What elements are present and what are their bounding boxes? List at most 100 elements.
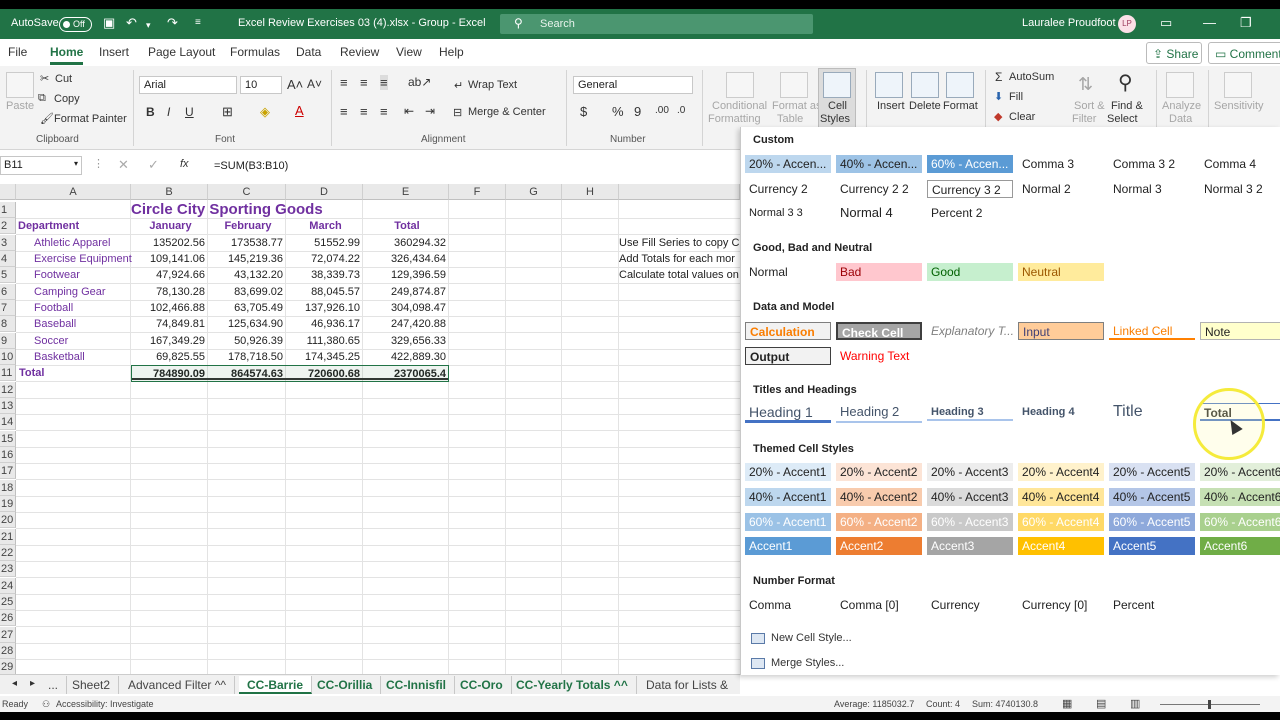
sort-filter-label2[interactable]: Filter xyxy=(1072,113,1096,125)
title-heading-item[interactable]: Heading 3 xyxy=(927,403,1013,421)
row-header[interactable]: 10 xyxy=(0,348,16,365)
row-header[interactable]: 12 xyxy=(0,381,16,398)
tab-formulas[interactable]: Formulas xyxy=(230,45,280,59)
middle-align-icon[interactable]: ≡ xyxy=(360,75,368,90)
row-header[interactable]: 22 xyxy=(0,544,16,561)
data-model-item[interactable]: Check Cell xyxy=(836,322,922,340)
column-header-g[interactable]: G xyxy=(506,184,562,200)
fill-color-icon[interactable]: ◈ xyxy=(260,104,270,120)
select-all-corner[interactable] xyxy=(0,184,16,200)
themed-20-item[interactable]: 20% - Accent4 xyxy=(1018,463,1104,481)
table-cell[interactable]: 47,924.66 xyxy=(131,267,208,283)
good-bad-neutral-item[interactable]: Neutral xyxy=(1018,263,1104,281)
data-model-item[interactable]: Output xyxy=(745,346,831,365)
sheet-tab-more[interactable]: ... xyxy=(40,676,68,694)
table-cell[interactable]: 88,045.57 xyxy=(286,284,363,300)
insert-function-icon[interactable]: fx xyxy=(180,158,189,170)
font-color-icon[interactable]: A xyxy=(295,103,304,118)
table-cell[interactable]: 69,825.55 xyxy=(131,349,208,365)
data-model-item[interactable]: Linked Cell xyxy=(1109,322,1195,340)
row-header[interactable]: 19 xyxy=(0,495,16,512)
zoom-slider-thumb[interactable] xyxy=(1208,700,1211,709)
column-header-f[interactable]: F xyxy=(449,184,506,200)
autosum-button[interactable]: AutoSum xyxy=(1009,71,1054,83)
table-cell[interactable]: 247,420.88 xyxy=(363,316,449,332)
themed-40-item[interactable]: 40% - Accent6 xyxy=(1200,488,1280,506)
custom-style-item[interactable]: Normal 3 xyxy=(1109,180,1195,198)
row-header[interactable]: 5 xyxy=(0,267,16,284)
column-header-d[interactable]: D xyxy=(286,184,363,200)
accent-item[interactable]: Accent3 xyxy=(927,537,1013,555)
themed-60-item[interactable]: 60% - Accent4 xyxy=(1018,513,1104,531)
column-header-b[interactable]: B xyxy=(131,184,208,200)
autosum-icon[interactable]: Σ xyxy=(995,70,1002,84)
row-header[interactable]: 25 xyxy=(0,593,16,610)
column-header-c[interactable]: C xyxy=(208,184,286,200)
paste-icon[interactable] xyxy=(6,72,34,98)
tab-view[interactable]: View xyxy=(396,45,422,59)
row-header[interactable]: 15 xyxy=(0,430,16,447)
table-cell[interactable]: 74,849.81 xyxy=(131,316,208,332)
row-header[interactable]: 18 xyxy=(0,479,16,496)
sheet-tab-sheet2[interactable]: Sheet2 xyxy=(64,676,120,694)
row-header[interactable]: 13 xyxy=(0,397,16,414)
sheet-tab-cc-orillia[interactable]: CC-Orillia xyxy=(309,676,382,694)
sheet-tab-cc-oro[interactable]: CC-Oro xyxy=(452,676,512,694)
table-cell[interactable]: 109,141.06 xyxy=(131,251,208,267)
sensitivity-label[interactable]: Sensitivity xyxy=(1214,100,1264,112)
cut-icon[interactable]: ✂ xyxy=(40,72,49,85)
sheet-tab-cc-yearly-totals[interactable]: CC-Yearly Totals ^^ xyxy=(508,676,637,694)
title-heading-item[interactable]: Heading 1 xyxy=(745,403,831,423)
format-painter-icon[interactable]: 🖌 xyxy=(40,112,54,125)
note-cell[interactable]: Use Fill Series to copy C xyxy=(619,235,740,251)
table-cell[interactable]: 178,718.50 xyxy=(208,349,286,365)
analyze-data-label2[interactable]: Data xyxy=(1169,113,1192,125)
number-format-item[interactable]: Comma xyxy=(745,596,831,614)
table-cell[interactable]: 63,705.49 xyxy=(208,300,286,316)
note-cell[interactable]: Add Totals for each mor xyxy=(619,251,740,267)
themed-40-item[interactable]: 40% - Accent5 xyxy=(1109,488,1195,506)
table-cell[interactable]: 137,926.10 xyxy=(286,300,363,316)
increase-indent-icon[interactable]: ⇥ xyxy=(425,104,435,118)
table-cell[interactable]: 43,132.20 xyxy=(208,267,286,283)
number-format-dropdown[interactable]: General xyxy=(573,76,693,94)
row-header[interactable]: 9 xyxy=(0,332,16,349)
custom-style-item[interactable]: Comma 3 2 xyxy=(1109,155,1195,173)
note-cell[interactable]: Calculate total values on xyxy=(619,267,740,283)
row-header[interactable]: 16 xyxy=(0,446,16,463)
column-label[interactable]: March xyxy=(286,218,363,234)
user-name[interactable]: Lauralee Proudfoot xyxy=(1022,17,1116,29)
row-header[interactable]: 21 xyxy=(0,528,16,545)
table-cell[interactable]: 145,219.36 xyxy=(208,251,286,267)
accent-item[interactable]: Accent4 xyxy=(1018,537,1104,555)
row-header[interactable]: 3 xyxy=(0,234,16,251)
custom-style-item[interactable]: 20% - Accen... xyxy=(745,155,831,173)
column-header-a[interactable]: A xyxy=(16,184,131,200)
themed-20-item[interactable]: 20% - Accent3 xyxy=(927,463,1013,481)
themed-60-item[interactable]: 60% - Accent3 xyxy=(927,513,1013,531)
page-layout-view-icon[interactable]: ▤ xyxy=(1096,697,1106,710)
table-cell[interactable]: 422,889.30 xyxy=(363,349,449,365)
row-header[interactable]: 2 xyxy=(0,218,16,235)
bottom-align-icon[interactable]: ≡ xyxy=(380,75,388,90)
underline-icon[interactable]: U xyxy=(185,105,194,119)
tab-help[interactable]: Help xyxy=(439,45,464,59)
top-align-icon[interactable]: ≡ xyxy=(340,75,348,90)
table-cell[interactable]: 167,349.29 xyxy=(131,333,208,349)
custom-style-item[interactable]: Percent 2 xyxy=(927,204,1013,222)
column-label[interactable]: Total xyxy=(363,218,449,234)
row-header[interactable]: 24 xyxy=(0,577,16,594)
tab-data[interactable]: Data xyxy=(296,45,321,59)
merge-styles-item[interactable]: Merge Styles... xyxy=(751,657,844,669)
good-bad-neutral-item[interactable]: Normal xyxy=(745,263,831,281)
number-format-item[interactable]: Currency xyxy=(927,596,1013,614)
page-break-view-icon[interactable]: ▥ xyxy=(1130,697,1140,710)
themed-40-item[interactable]: 40% - Accent4 xyxy=(1018,488,1104,506)
title-heading-item[interactable]: Title xyxy=(1109,403,1195,421)
table-cell[interactable]: Exercise Equipment xyxy=(16,251,132,267)
custom-style-item[interactable]: 60% - Accen... xyxy=(927,155,1013,173)
accent-item[interactable]: Accent5 xyxy=(1109,537,1195,555)
row-header[interactable]: 29 xyxy=(0,659,16,674)
wrap-text-icon[interactable]: ↵ xyxy=(454,79,463,92)
fill-button[interactable]: Fill xyxy=(1009,91,1023,103)
